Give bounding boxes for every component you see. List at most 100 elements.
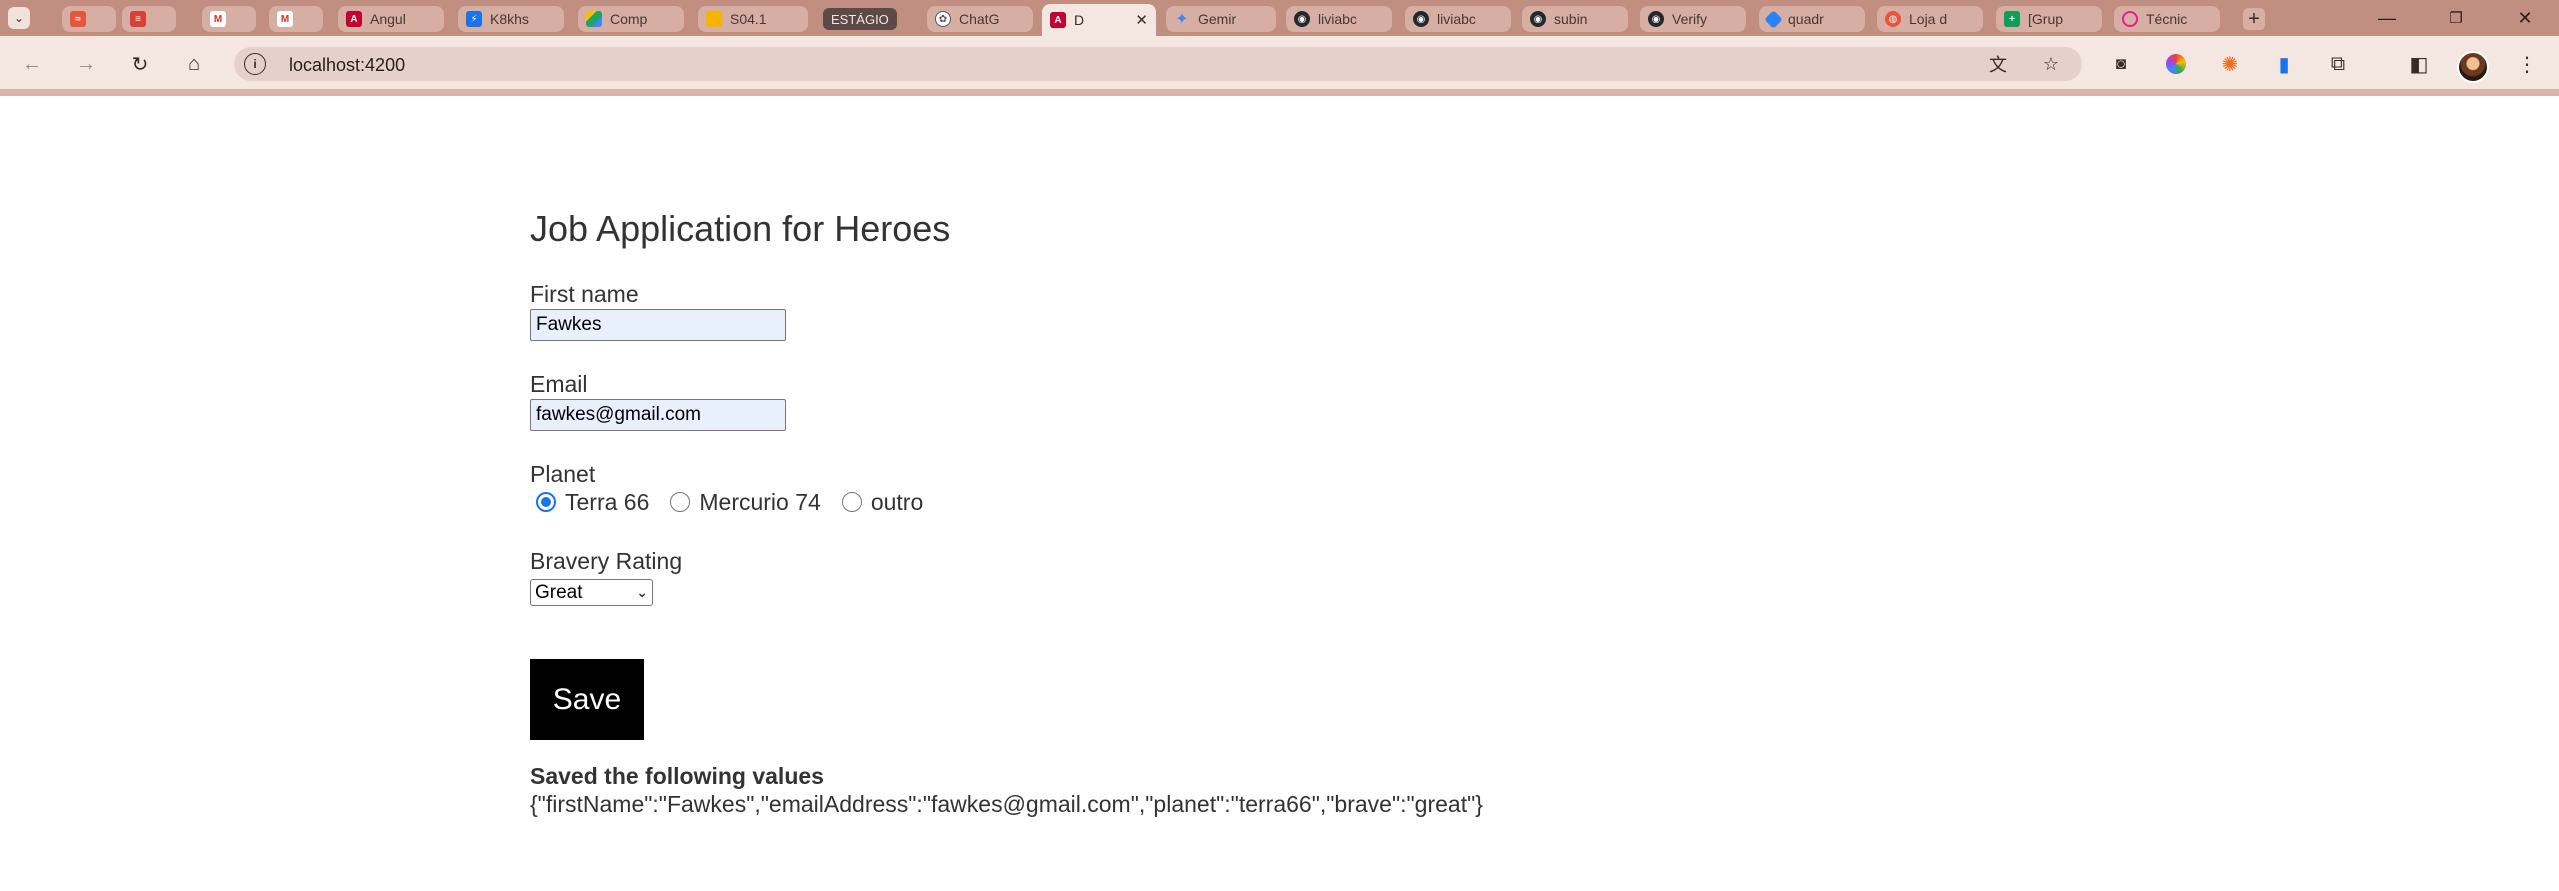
angular-icon: A [346, 11, 362, 27]
github-icon: ◉ [1294, 11, 1310, 27]
tab-label: quadr [1788, 11, 1824, 27]
todoist-icon: ≡ [130, 11, 146, 27]
tab-label: Gemir [1198, 11, 1237, 27]
github-icon: ◉ [1413, 11, 1429, 27]
email-input[interactable] [530, 399, 786, 431]
planet-option-label: Mercurio 74 [699, 488, 821, 515]
red-waves-icon: ≈ [70, 11, 86, 27]
jira-icon [1764, 9, 1783, 29]
planet-radio-mercurio74[interactable] [670, 492, 691, 512]
gmail-icon: M [210, 11, 226, 27]
saved-values-heading: Saved the following values [530, 763, 824, 789]
email-label: Email [530, 371, 588, 397]
tab-label: subin [1554, 11, 1588, 27]
bravery-selected-value: Great [535, 581, 583, 603]
tab[interactable]: ◍ Loja d [1877, 6, 1983, 32]
tab-label: Loja d [1909, 11, 1948, 27]
profile-avatar[interactable] [2457, 51, 2489, 83]
bravery-label: Bravery Rating [530, 548, 683, 574]
tab-strip: ⌄ ≈ ≡ M M A Angul ⚡ K8khs Comp S04.1 EST… [0, 0, 2559, 36]
chatgpt-icon: ✿ [935, 11, 951, 27]
tab[interactable]: Comp [578, 6, 684, 32]
tab-label: Comp [610, 11, 648, 27]
tab[interactable]: ◉ liviabc [1286, 6, 1392, 32]
orange-extension-icon[interactable]: ✺ [2214, 48, 2246, 80]
angular-icon: A [1050, 12, 1066, 28]
toolbar-border [0, 89, 2559, 96]
gmail-icon: M [277, 11, 293, 27]
tab[interactable]: S04.1 [698, 6, 808, 32]
saved-values-json: {"firstName":"Fawkes","emailAddress":"fa… [530, 791, 1483, 817]
tab[interactable]: A Angul [338, 6, 444, 32]
planet-radio-outro[interactable] [841, 492, 862, 512]
back-arrow-icon[interactable]: ← [16, 48, 48, 80]
google-slides-icon [706, 11, 722, 27]
tab-label: D [1074, 12, 1085, 28]
tab-label: liviabc [1437, 11, 1476, 27]
tab[interactable]: M [202, 6, 256, 32]
planet-option-label: outro [870, 488, 924, 515]
planet-option-label: Terra 66 [565, 488, 650, 515]
hexagon-icon [2122, 11, 2138, 27]
tab-label: Angul [370, 11, 406, 27]
first-name-input[interactable] [530, 309, 786, 341]
github-icon: ◉ [1648, 11, 1664, 27]
tab[interactable]: ◉ subin [1522, 6, 1628, 32]
tab-label: liviabc [1318, 11, 1357, 27]
bookmark-star-icon[interactable]: ☆ [2038, 51, 2064, 77]
save-button[interactable]: Save [530, 659, 644, 740]
home-icon[interactable]: ⌂ [178, 48, 210, 80]
tab[interactable]: ◉ liviabc [1405, 6, 1511, 32]
tab-label: [Grup [2028, 11, 2064, 27]
address-bar[interactable]: i localhost:4200 文 ☆ [234, 47, 2082, 81]
new-tab-plus-icon[interactable]: + [2243, 8, 2265, 30]
extensions-puzzle-icon[interactable]: ⧉ [2322, 48, 2354, 80]
reload-icon[interactable]: ↻ [124, 48, 156, 80]
minimize-icon[interactable]: — [2367, 6, 2407, 30]
tab[interactable]: quadr [1759, 6, 1865, 32]
close-tab-icon[interactable]: ✕ [1135, 11, 1148, 29]
planet-radio-terra66[interactable] [536, 492, 556, 512]
close-window-icon[interactable]: ✕ [2505, 6, 2545, 30]
tab-label: Técnic [2146, 11, 2188, 27]
tab-active[interactable]: A D ✕ [1042, 4, 1156, 36]
tab[interactable]: ◉ Verify [1640, 6, 1746, 32]
menu-kebab-icon[interactable]: ⋮ [2511, 48, 2543, 80]
translate-icon[interactable]: 文 [1985, 51, 2011, 77]
tab-label: ChatG [959, 11, 1000, 27]
chevron-down-icon: ⌄ [636, 584, 648, 600]
tab[interactable]: M [269, 6, 323, 32]
url-text[interactable]: localhost:4200 [289, 55, 405, 76]
camera-extension-icon[interactable]: ◙ [2105, 48, 2137, 80]
tab[interactable]: ⚡ K8khs [458, 6, 564, 32]
planet-radio-group: Terra 66 Mercurio 74 outro [530, 489, 937, 515]
store-icon: ◍ [1885, 11, 1901, 27]
page-content: Job Application for Heroes First name Em… [0, 132, 2559, 891]
forward-arrow-icon[interactable]: → [70, 48, 102, 80]
planet-label: Planet [530, 461, 596, 487]
tab[interactable]: ≡ [122, 6, 176, 32]
tab[interactable]: ≈ [62, 6, 116, 32]
tab-label: K8khs [490, 11, 529, 27]
google-drive-icon [586, 11, 602, 27]
first-name-label: First name [530, 281, 639, 307]
tab-search-chevron-icon[interactable]: ⌄ [8, 7, 30, 29]
side-panel-icon[interactable]: ◧ [2403, 48, 2435, 80]
gemini-icon: ✦ [1175, 11, 1189, 28]
tab[interactable]: + [Grup [1996, 6, 2102, 32]
blue-extension-icon[interactable]: ▮ [2268, 48, 2300, 80]
tab[interactable]: Técnic [2114, 6, 2220, 32]
site-info-icon[interactable]: i [244, 53, 266, 75]
browser-toolbar: ← → ↻ ⌂ i localhost:4200 文 ☆ ◙ ✺ ▮ ⧉ ◧ ⋮ [0, 36, 2559, 96]
lightning-icon: ⚡ [466, 11, 482, 27]
tab[interactable]: ✿ ChatG [927, 6, 1033, 32]
tab-group-chip[interactable]: ESTÁGIO [823, 8, 897, 30]
restore-icon[interactable]: ❐ [2436, 6, 2476, 30]
page-title: Job Application for Heroes [530, 208, 951, 249]
github-icon: ◉ [1530, 11, 1546, 27]
tab[interactable]: ✦ Gemir [1166, 6, 1276, 32]
bravery-select[interactable]: Great ⌄ [530, 579, 653, 606]
tab-label: Verify [1672, 11, 1708, 27]
tab-label: S04.1 [730, 11, 767, 27]
color-wheel-extension-icon[interactable] [2160, 48, 2192, 80]
